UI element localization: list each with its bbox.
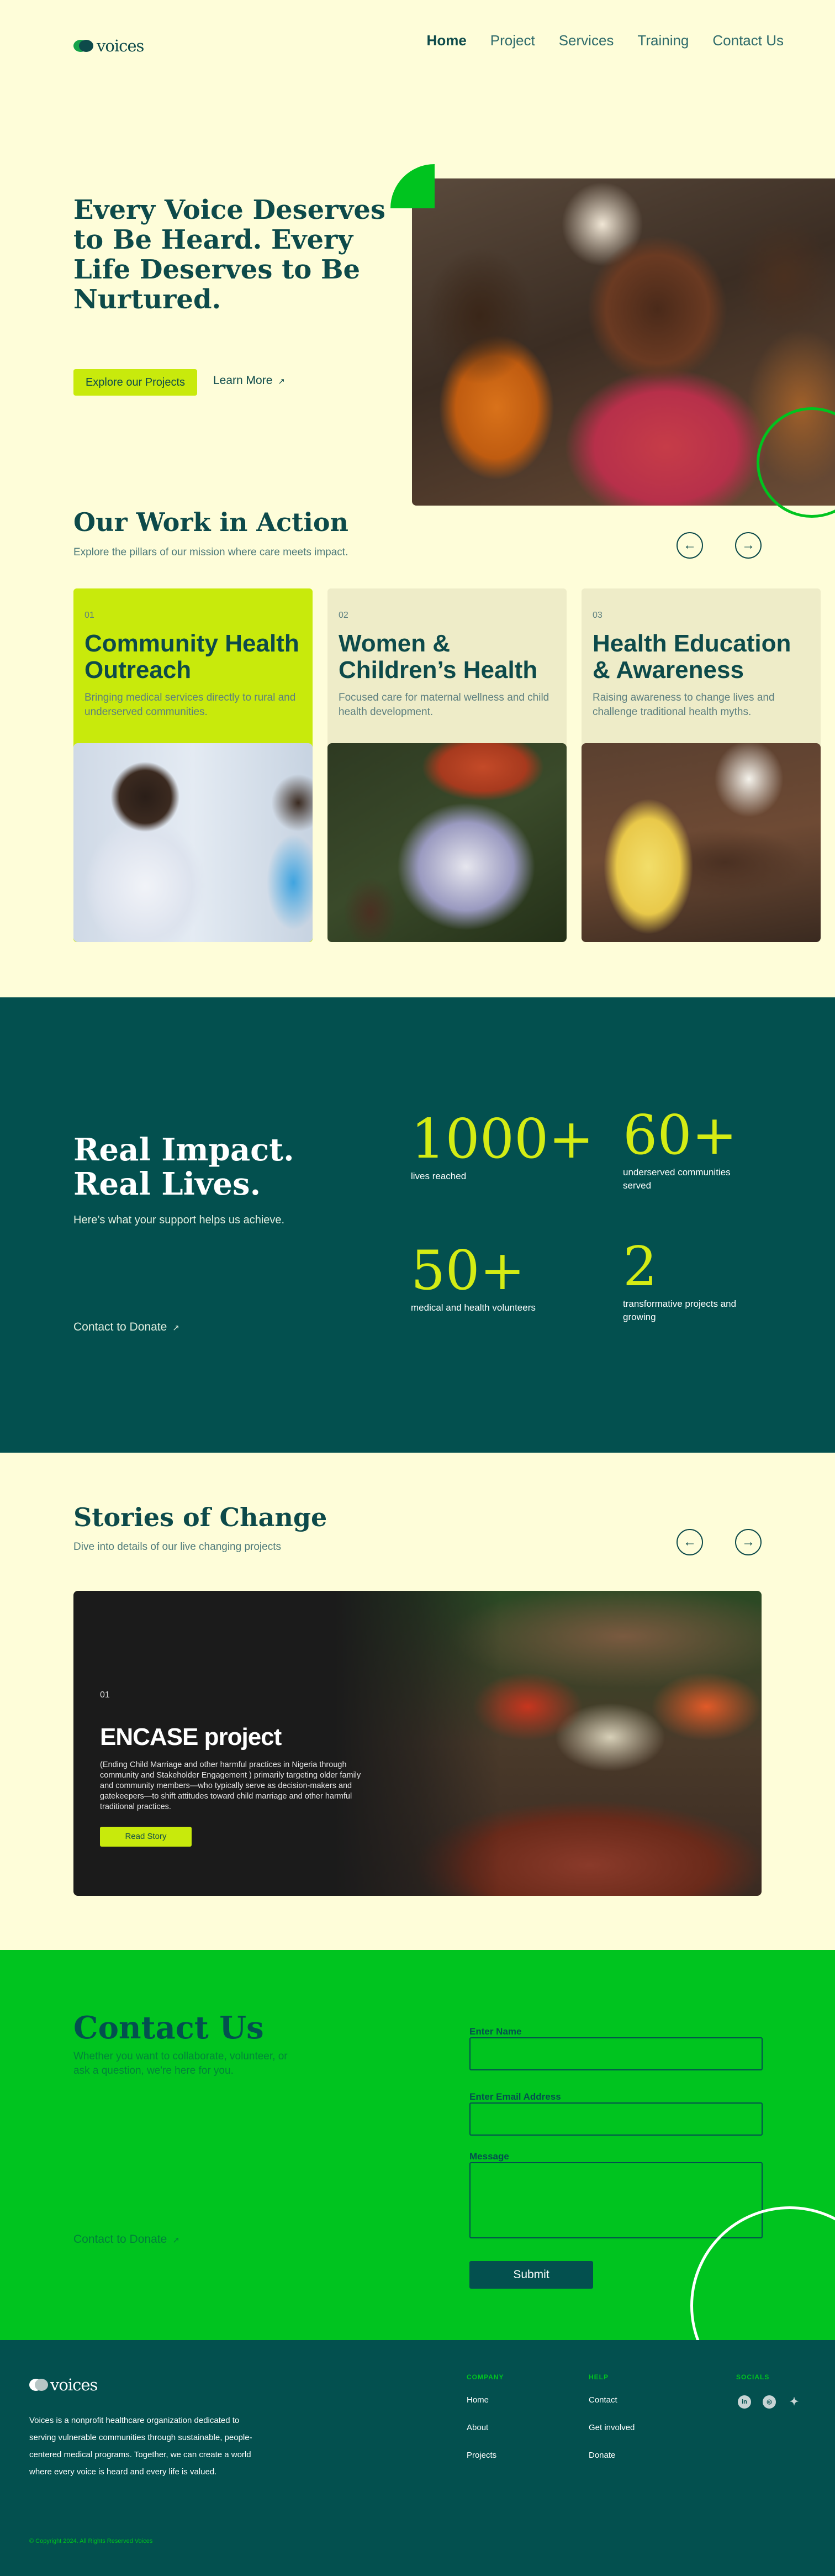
arrow-up-right-icon: ↗ xyxy=(278,377,285,386)
learn-more-link[interactable]: Learn More ↗ xyxy=(213,374,285,387)
site-footer: voices Voices is a nonprofit healthcare … xyxy=(0,2340,835,2576)
stat-lives-reached: 1000+ lives reached xyxy=(411,1109,594,1183)
footer-link-contact[interactable]: Contact xyxy=(589,2395,617,2405)
stat-volunteers: 50+ medical and health volunteers xyxy=(411,1240,538,1315)
card-image-nurse xyxy=(73,743,313,942)
nav-contact-us[interactable]: Contact Us xyxy=(712,32,784,49)
footer-company-title: COMPANY xyxy=(467,2373,504,2381)
footer-socials-title: SOCIALS xyxy=(736,2373,770,2381)
card-image-mother-child xyxy=(327,743,567,942)
logo-icon xyxy=(29,2379,49,2391)
contact-to-donate-link[interactable]: Contact to Donate ↗ xyxy=(73,2233,179,2246)
work-title: Our Work in Action xyxy=(73,507,348,537)
footer-help-title: HELP xyxy=(589,2373,609,2381)
footer-logo-text: voices xyxy=(50,2375,98,2394)
story-description: (Ending Child Marriage and other harmful… xyxy=(100,1760,361,1811)
copyright-text: © Copyright 2024. All Rights Reserved Vo… xyxy=(29,2538,153,2545)
twitter-icon[interactable]: ✦ xyxy=(788,2395,801,2409)
card-title: Health Education & Awareness xyxy=(593,630,791,684)
nav-training[interactable]: Training xyxy=(637,32,689,49)
footer-logo[interactable]: voices xyxy=(29,2375,98,2394)
work-card-health-education[interactable]: 03 Health Education & Awareness Raising … xyxy=(582,588,821,942)
stat-label: underserved communities served xyxy=(623,1167,731,1191)
story-title: ENCASE project xyxy=(100,1723,282,1750)
card-image-classroom xyxy=(582,743,821,942)
impact-section: Real Impact. Real Lives. Here’s what you… xyxy=(0,997,835,1453)
linkedin-icon[interactable]: in xyxy=(738,2395,751,2409)
stat-label: medical and health volunteers xyxy=(411,1302,536,1313)
footer-description: Voices is a nonprofit healthcare organiz… xyxy=(29,2416,252,2477)
card-number: 03 xyxy=(593,611,603,620)
stories-title: Stories of Change xyxy=(73,1502,327,1532)
work-card-community-health[interactable]: 01 Community Health Outreach Bringing me… xyxy=(73,588,313,942)
footer-link-get-involved[interactable]: Get involved xyxy=(589,2423,635,2432)
nav-home[interactable]: Home xyxy=(427,32,467,49)
stat-value: 2 xyxy=(623,1236,658,1298)
work-prev-button[interactable]: ← xyxy=(677,532,703,559)
work-card-women-children[interactable]: 02 Women & Children’s Health Focused car… xyxy=(327,588,567,942)
email-label: Enter Email Address xyxy=(469,2091,561,2102)
stat-communities-served: 60+ underserved communities served xyxy=(623,1105,750,1192)
stat-projects: 2 transformative projects and growing xyxy=(623,1237,750,1324)
card-title: Women & Children’s Health xyxy=(339,630,538,684)
logo-icon xyxy=(73,40,96,52)
name-label: Enter Name xyxy=(469,2026,522,2037)
footer-link-projects[interactable]: Projects xyxy=(467,2451,496,2460)
story-card-encase: 01 ENCASE project (Ending Child Marriage… xyxy=(73,1591,762,1896)
site-header: voices Home Project Services Training Co… xyxy=(0,0,835,86)
logo-text: voices xyxy=(97,36,144,55)
logo[interactable]: voices xyxy=(73,36,144,55)
footer-link-about[interactable]: About xyxy=(467,2423,488,2432)
contact-to-donate-link[interactable]: Contact to Donate ↗ xyxy=(73,1321,179,1334)
contact-title: Contact Us xyxy=(73,2010,264,2046)
contact-to-donate-label: Contact to Donate xyxy=(73,1321,167,1333)
stat-label: transformative projects and growing xyxy=(623,1298,737,1322)
explore-projects-button[interactable]: Explore our Projects xyxy=(73,369,197,396)
work-subtitle: Explore the pillars of our mission where… xyxy=(73,546,348,558)
card-description: Raising awareness to change lives and ch… xyxy=(593,692,775,718)
read-story-button[interactable]: Read Story xyxy=(100,1827,192,1847)
stories-prev-button[interactable]: ← xyxy=(677,1529,703,1555)
contact-subtitle: Whether you want to collaborate, volunte… xyxy=(73,2051,288,2076)
stat-value: 1000+ xyxy=(411,1108,594,1171)
decorative-quarter-circle xyxy=(390,164,435,208)
footer-link-home[interactable]: Home xyxy=(467,2395,489,2405)
stories-next-button[interactable]: → xyxy=(735,1529,762,1555)
arrow-up-right-icon: ↗ xyxy=(172,1323,179,1333)
stories-section: Stories of Change Dive into details of o… xyxy=(0,1453,835,1950)
submit-button[interactable]: Submit xyxy=(469,2261,593,2289)
impact-title: Real Impact. Real Lives. xyxy=(73,1132,294,1202)
stat-value: 60+ xyxy=(623,1104,737,1167)
stat-value: 50+ xyxy=(411,1239,525,1302)
card-title: Community Health Outreach xyxy=(84,630,299,684)
story-number: 01 xyxy=(100,1690,110,1700)
message-label: Message xyxy=(469,2151,509,2162)
arrow-up-right-icon: ↗ xyxy=(172,2236,179,2245)
footer-link-donate[interactable]: Donate xyxy=(589,2451,615,2460)
impact-subtitle: Here’s what your support helps us achiev… xyxy=(73,1214,285,1226)
name-field[interactable] xyxy=(469,2037,763,2070)
contact-section: Contact Us Whether you want to collabora… xyxy=(0,1950,835,2340)
hero-section: Every Voice Deserves to Be Heard. Every … xyxy=(0,86,835,518)
card-description: Focused care for maternal wellness and c… xyxy=(339,692,549,718)
nav-services[interactable]: Services xyxy=(559,32,614,49)
card-number: 02 xyxy=(339,611,348,620)
message-field[interactable] xyxy=(469,2162,763,2238)
stories-subtitle: Dive into details of our live changing p… xyxy=(73,1541,281,1553)
contact-to-donate-label: Contact to Donate xyxy=(73,2233,167,2246)
nav-project[interactable]: Project xyxy=(490,32,535,49)
main-nav: Home Project Services Training Contact U… xyxy=(427,32,784,49)
card-description: Bringing medical services directly to ru… xyxy=(84,692,296,718)
email-field[interactable] xyxy=(469,2102,763,2136)
instagram-icon[interactable]: ◎ xyxy=(763,2395,776,2409)
work-section: Our Work in Action Explore the pillars o… xyxy=(0,477,835,997)
card-number: 01 xyxy=(84,611,94,620)
work-next-button[interactable]: → xyxy=(735,532,762,559)
hero-title: Every Voice Deserves to Be Heard. Every … xyxy=(73,194,385,315)
stat-label: lives reached xyxy=(411,1171,467,1181)
learn-more-label: Learn More xyxy=(213,374,273,387)
